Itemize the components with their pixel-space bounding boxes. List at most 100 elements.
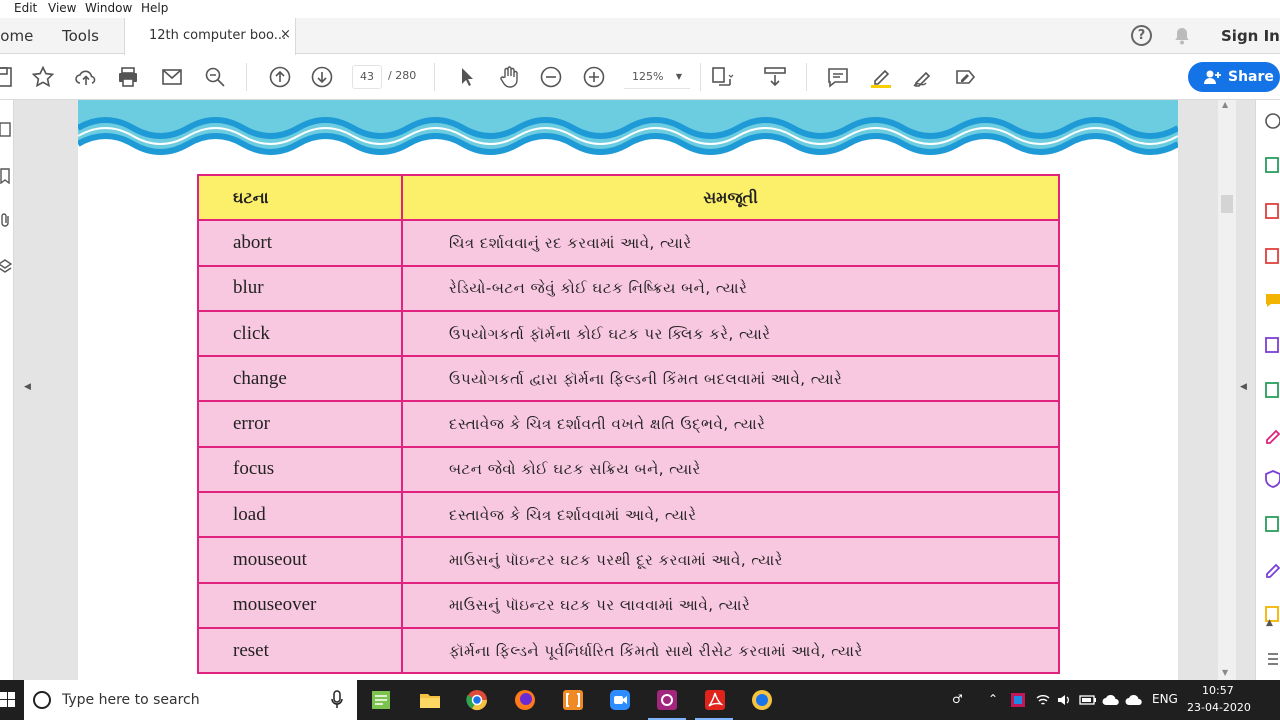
print-icon[interactable]: [116, 65, 140, 89]
optimize-pdf-icon[interactable]: [1264, 515, 1280, 533]
nav-tools[interactable]: Tools: [62, 27, 99, 45]
menu-view[interactable]: View: [48, 1, 76, 15]
battery-icon[interactable]: [1079, 692, 1097, 708]
document-viewer[interactable]: ◀ ઘટના સમજૂતી abort ચિત્ર દર્શાવવાનું રદ …: [0, 100, 1255, 680]
cloud-sync-icon[interactable]: [1125, 692, 1143, 708]
hand-tool-icon[interactable]: [497, 65, 521, 89]
chrome-icon[interactable]: [465, 688, 489, 712]
add-user-icon: [1204, 70, 1221, 84]
zoom-value: 125%: [632, 70, 664, 83]
create-pdf-icon[interactable]: [1264, 202, 1280, 220]
menu-edit[interactable]: Edit: [14, 1, 37, 15]
header-event: ઘટના: [197, 173, 403, 222]
find-zoom-icon[interactable]: [203, 65, 227, 89]
clock-time[interactable]: 10:57: [1202, 684, 1234, 697]
event-description: દસ્તાવેજ કે ચિત્ર દર્શાવવામાં આવે, ત્યાર…: [401, 491, 1060, 539]
page-display-icon[interactable]: [710, 65, 734, 89]
show-hidden-icons-chevron-icon[interactable]: ⌃: [988, 692, 998, 706]
document-tab[interactable]: 12th computer boo... ×: [124, 18, 296, 55]
chevron-down-icon: ▼: [675, 72, 682, 81]
windows-taskbar: Type here to search ♂ ⌃ ENG 10:57 23-04-…: [0, 680, 1280, 720]
page-number-input[interactable]: 43: [352, 65, 382, 89]
bookmark-icon[interactable]: [0, 168, 12, 184]
send-for-signature-icon[interactable]: [1264, 560, 1280, 578]
close-tab-icon[interactable]: ×: [280, 27, 291, 42]
notepad-app-icon[interactable]: [369, 688, 393, 712]
combine-files-icon[interactable]: [1264, 336, 1280, 354]
organize-pages-icon[interactable]: [1264, 381, 1280, 399]
draw-pen-icon[interactable]: [911, 65, 935, 89]
windows-start-icon[interactable]: [0, 692, 16, 708]
page-total: / 280: [388, 69, 417, 82]
media-app-icon[interactable]: [655, 688, 679, 712]
onedrive-cloud-icon[interactable]: [1102, 692, 1120, 708]
table-row: reset ફૉર્મના ફિલ્ડને પૂર્વનિર્ધારિત કિંમ…: [197, 626, 1060, 675]
wifi-icon[interactable]: [1035, 692, 1051, 708]
collapse-right-panel-icon[interactable]: ◀: [1240, 382, 1247, 392]
bookmark-star-icon[interactable]: [31, 65, 55, 89]
table-row: click ઉપયોગકર્તા ફૉર્મના કોઈ ઘટક પર ક્લિક…: [197, 309, 1060, 358]
table-row: mouseout માઉસનું પૉઇન્ટર ઘટક પરથી દૂર કરવ…: [197, 536, 1060, 584]
save-icon[interactable]: [0, 65, 16, 89]
file-explorer-icon[interactable]: [418, 688, 442, 712]
next-page-icon[interactable]: [310, 65, 334, 89]
help-icon[interactable]: ?: [1131, 25, 1152, 46]
event-name: load: [197, 491, 403, 539]
acrobat-reader-icon[interactable]: [703, 688, 727, 712]
defender-tray-icon[interactable]: [1010, 692, 1026, 708]
export-pdf-icon[interactable]: [1264, 156, 1280, 174]
event-description: બટન જેવો કોઈ ઘટક સક્રિય બને, ત્યારે: [401, 445, 1060, 494]
clock-date[interactable]: 23-04-2020: [1187, 701, 1251, 714]
tools-search-icon[interactable]: [1264, 112, 1280, 130]
event-name: mouseover: [197, 581, 403, 629]
brackets-app-icon[interactable]: [561, 688, 585, 712]
edit-pdf-icon[interactable]: [1264, 247, 1280, 265]
taskbar-search-box[interactable]: Type here to search: [24, 680, 357, 720]
upload-cloud-icon[interactable]: [74, 65, 98, 89]
vertical-scrollbar[interactable]: [1218, 100, 1236, 680]
page-thumbnails-icon[interactable]: [0, 122, 12, 138]
firefox-icon[interactable]: [513, 688, 537, 712]
table-row: load દસ્તાવેજ કે ચિત્ર દર્શાવવામાં આવે, ત…: [197, 491, 1060, 539]
comment-tool-icon[interactable]: [1264, 292, 1280, 310]
right-tools-pane: ▲: [1255, 100, 1280, 680]
attachment-icon[interactable]: [0, 212, 12, 228]
previous-page-icon[interactable]: [268, 65, 292, 89]
scrollbar-thumb[interactable]: [1221, 195, 1233, 213]
sign-in-link[interactable]: Sign In: [1221, 27, 1280, 45]
pane-more-icon[interactable]: [1264, 650, 1280, 668]
fill-sign-tool-icon[interactable]: [1264, 426, 1280, 444]
select-cursor-icon[interactable]: [455, 65, 479, 89]
scroll-down-arrow-icon[interactable]: ▼: [1222, 668, 1228, 677]
fill-sign-icon[interactable]: [953, 65, 977, 89]
zoom-out-icon[interactable]: [539, 65, 563, 89]
layers-icon[interactable]: [0, 258, 12, 274]
share-button[interactable]: Share: [1188, 62, 1280, 92]
input-language[interactable]: ENG: [1152, 692, 1178, 706]
comment-icon[interactable]: [826, 65, 850, 89]
scroll-up-arrow-icon[interactable]: ▲: [1222, 100, 1228, 109]
browser-app-icon[interactable]: [750, 688, 774, 712]
zoom-app-icon[interactable]: [608, 688, 632, 712]
menu-help[interactable]: Help: [141, 1, 168, 15]
protect-shield-icon[interactable]: [1264, 470, 1280, 488]
nav-home[interactable]: Home: [0, 27, 33, 45]
table-row: error દસ્તાવેજ કે ચિત્ર દર્શાવતી વખતે ક્ષ…: [197, 400, 1060, 448]
highlight-icon[interactable]: [869, 65, 893, 89]
collapse-left-panel-icon[interactable]: ◀: [24, 382, 31, 392]
menu-window[interactable]: Window: [85, 1, 132, 15]
header-description: સમજૂતી: [401, 173, 1060, 222]
scroll-mode-icon[interactable]: [763, 65, 787, 89]
table-row: mouseover માઉસનું પૉઇન્ટર ઘટક પર લાવવામાં…: [197, 581, 1060, 629]
speaker-icon[interactable]: [1056, 692, 1072, 708]
event-name: change: [197, 355, 403, 403]
email-icon[interactable]: [160, 65, 184, 89]
toolbar: 43 / 280 125% ▼ Share: [0, 55, 1280, 100]
zoom-dropdown[interactable]: 125% ▼: [624, 65, 690, 89]
zoom-in-icon[interactable]: [582, 65, 606, 89]
event-name: reset: [197, 626, 403, 675]
microphone-icon[interactable]: [331, 690, 343, 710]
people-icon[interactable]: ♂: [952, 692, 963, 706]
bell-icon[interactable]: [1172, 26, 1192, 46]
pane-scroll-up-icon[interactable]: ▲: [1266, 618, 1273, 628]
